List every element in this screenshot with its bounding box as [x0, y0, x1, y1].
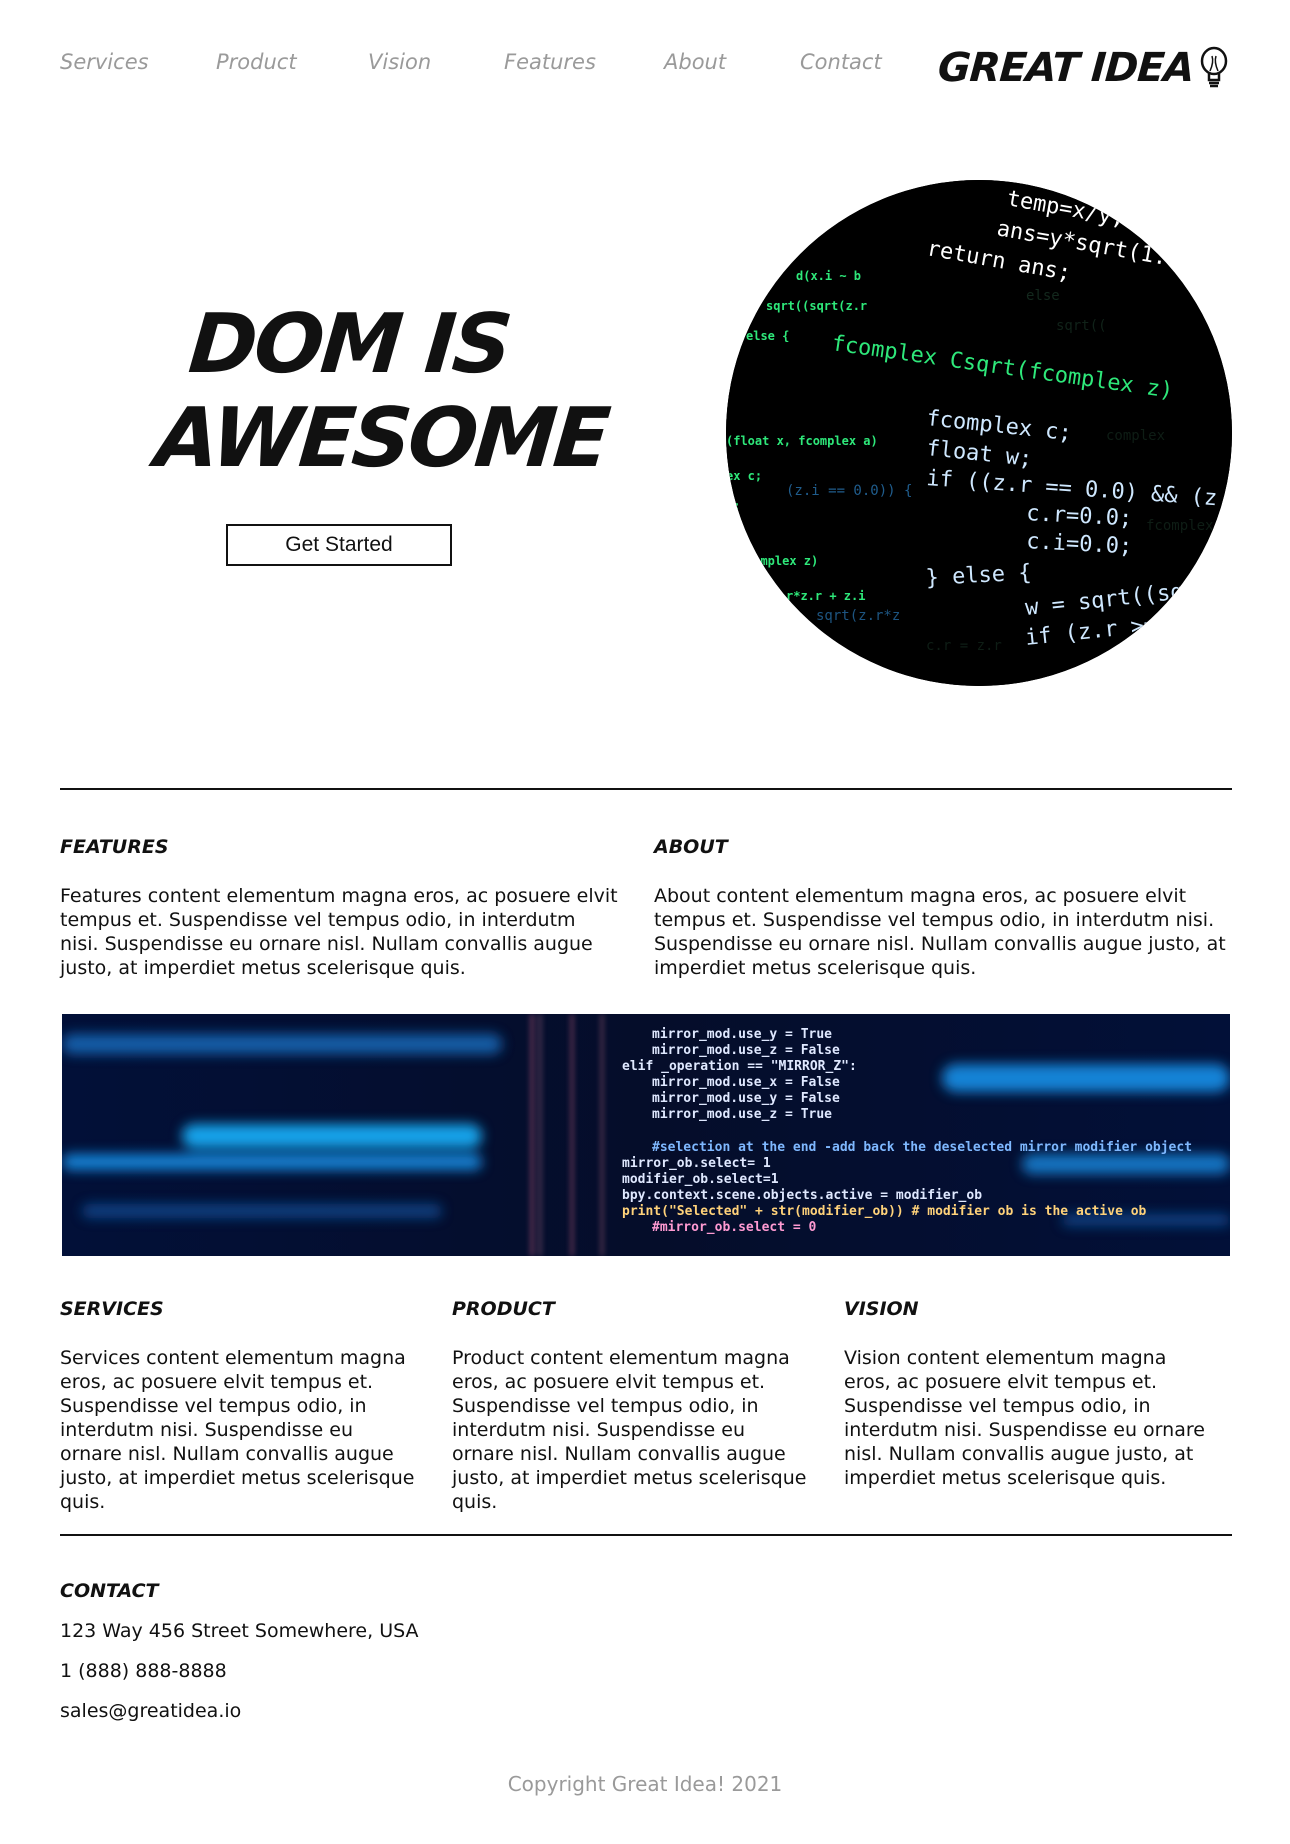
- hero-title: DOM IS AWESOME: [152, 297, 611, 486]
- footer-copyright: Copyright Great Idea! 2021: [507, 1772, 783, 1796]
- hero-code-image: else sqrt(( complex float c.r = z.r fcom…: [726, 180, 1232, 686]
- svg-text:else: else: [1026, 288, 1060, 304]
- vision-heading: VISION: [844, 1298, 919, 1320]
- hero-code-graphic: else sqrt(( complex float c.r = z.r fcom…: [726, 180, 1232, 686]
- contact-email[interactable]: sales@greatidea.io: [60, 1700, 241, 1722]
- contact-heading: CONTACT: [60, 1580, 159, 1602]
- contact-address: 123 Way 456 Street Somewhere, USA: [60, 1620, 419, 1642]
- section-divider: [60, 788, 1232, 790]
- banner-code-line: mirror_ob.select= 1: [622, 1156, 771, 1171]
- svg-text:else {: else {: [746, 329, 789, 343]
- svg-text:sqrt((sqrt(z.r: sqrt((sqrt(z.r: [766, 299, 867, 313]
- svg-text:c.r = z.r: c.r = z.r: [926, 638, 1002, 654]
- nav-link-features[interactable]: Features: [504, 50, 596, 74]
- services-heading: SERVICES: [60, 1298, 164, 1320]
- features-body: Features content elementum magna eros, a…: [60, 885, 618, 979]
- banner-code-line: mirror_mod.use_x = False: [652, 1075, 840, 1090]
- banner-code-line: #mirror_ob.select = 0: [652, 1220, 817, 1235]
- svg-text:sqrt((: sqrt((: [1056, 318, 1107, 334]
- nav-link-contact[interactable]: Contact: [800, 50, 882, 74]
- banner-code-line: mirror_mod.use_z = False: [652, 1043, 840, 1058]
- get-started-button[interactable]: Get Started: [226, 524, 452, 566]
- nav-link-vision[interactable]: Vision: [368, 50, 431, 74]
- banner-code-line: modifier_ob.select=1: [622, 1172, 779, 1187]
- nav-link-product[interactable]: Product: [216, 50, 297, 74]
- top-nav: Services Product Vision Features About C…: [60, 44, 1230, 92]
- contact-phone[interactable]: 1 (888) 888-8888: [60, 1660, 227, 1682]
- site-logo[interactable]: GREAT IDEA: [936, 44, 1230, 92]
- features-heading: FEATURES: [60, 836, 169, 858]
- product-heading: PRODUCT: [452, 1298, 555, 1320]
- svg-text:fcomplex: fcomplex: [1146, 518, 1213, 534]
- nav-link-services[interactable]: Services: [60, 50, 149, 74]
- logo-text: GREAT IDEA: [936, 45, 1196, 91]
- svg-text:complex z): complex z): [746, 554, 818, 568]
- svg-text:r*z.r + z.i: r*z.r + z.i: [786, 589, 865, 603]
- svg-text:d(x.i ~ b: d(x.i ~ b: [796, 269, 861, 283]
- services-body: Services content elementum magna eros, a…: [60, 1347, 415, 1513]
- nav-link-about[interactable]: About: [664, 50, 726, 74]
- about-heading: ABOUT: [654, 836, 728, 858]
- banner-code-line: #selection at the end -add back the dese…: [652, 1140, 1192, 1155]
- banner-code-line: bpy.context.scene.objects.active = modif…: [622, 1188, 982, 1203]
- banner-code-line: mirror_mod.use_y = True: [652, 1027, 832, 1042]
- banner-code-line: mirror_mod.use_z = True: [652, 1107, 832, 1122]
- svg-text:c;: c;: [726, 499, 740, 513]
- banner-code-line: print("Selected" + str(modifier_ob)) # m…: [622, 1204, 1147, 1219]
- banner-code-graphic: mirror_mod.use_y = True mirror_mod.use_z…: [62, 1014, 1230, 1256]
- svg-text:(float x, fcomplex a): (float x, fcomplex a): [726, 434, 878, 448]
- svg-text:float: float: [766, 628, 808, 644]
- product-body: Product content elementum magna eros, ac…: [452, 1347, 807, 1513]
- about-body: About content elementum magna eros, ac p…: [654, 885, 1226, 979]
- svg-text:ex c;: ex c;: [726, 469, 762, 483]
- code-banner-image: mirror_mod.use_y = True mirror_mod.use_z…: [62, 1014, 1230, 1256]
- section-divider: [60, 1534, 1232, 1536]
- svg-text:complex: complex: [1106, 428, 1165, 444]
- lightbulb-icon: [1200, 46, 1228, 88]
- svg-text:(z.i == 0.0)) {: (z.i == 0.0)) {: [786, 483, 912, 499]
- hero-title-line1: DOM IS: [185, 297, 514, 392]
- banner-code-line: elif _operation == "MIRROR_Z":: [622, 1059, 857, 1074]
- hero-title-line2: AWESOME: [151, 391, 611, 486]
- banner-code-line: mirror_mod.use_y = False: [652, 1091, 840, 1106]
- vision-body: Vision content elementum magna eros, ac …: [844, 1347, 1205, 1489]
- svg-text:sqrt(z.r*z: sqrt(z.r*z: [816, 608, 900, 624]
